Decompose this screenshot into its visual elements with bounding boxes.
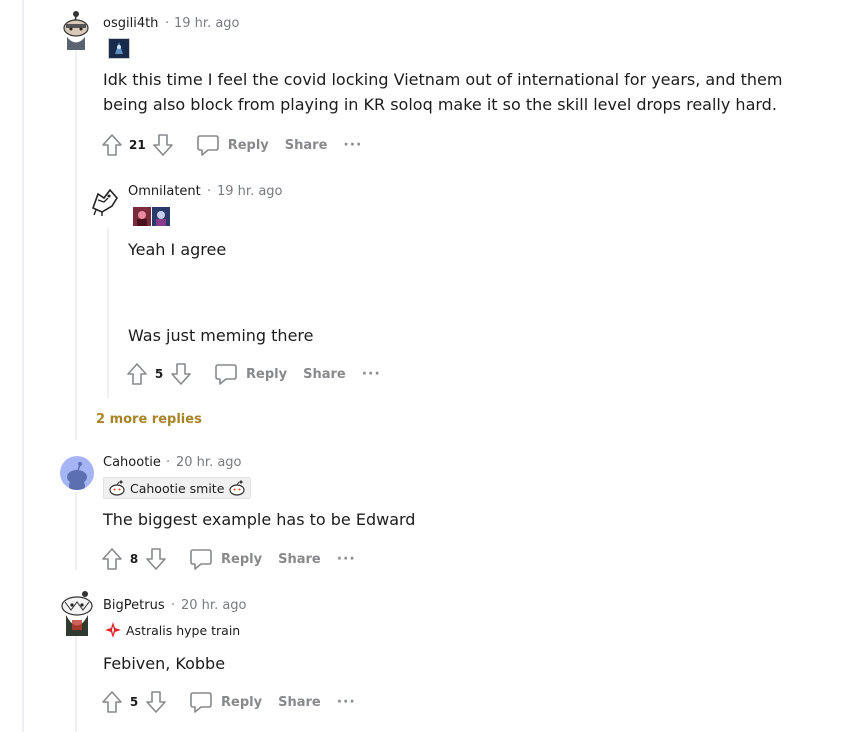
outer-thread-line[interactable] xyxy=(22,0,24,732)
downvote-icon[interactable] xyxy=(145,690,167,714)
more-replies-link[interactable]: 2 more replies xyxy=(96,412,202,427)
flair-emoji xyxy=(133,207,151,226)
thread-line[interactable] xyxy=(107,228,109,398)
comment-icon xyxy=(215,364,237,385)
share-button[interactable]: Share xyxy=(303,367,346,382)
snoo-icon xyxy=(229,480,246,496)
reply-button[interactable]: Reply xyxy=(196,134,269,156)
vote-count: 5 xyxy=(129,695,139,709)
comment-body-line: Was just meming there xyxy=(128,326,314,345)
user-flair: Cahootie smite xyxy=(103,477,252,499)
more-options-button[interactable]: ··· xyxy=(343,137,362,153)
flair-emoji xyxy=(152,207,170,226)
comment-username[interactable]: Cahootie xyxy=(103,455,161,470)
thread-line[interactable] xyxy=(75,492,77,570)
more-options-button[interactable]: ··· xyxy=(337,551,356,567)
comment-body-line: Yeah I agree xyxy=(128,240,227,259)
reply-label: Reply xyxy=(227,137,269,153)
comment-timestamp[interactable]: 20 hr. ago xyxy=(176,455,242,470)
comment-separator: · xyxy=(166,455,171,470)
share-button[interactable]: Share xyxy=(278,695,321,710)
avatar[interactable] xyxy=(59,10,93,50)
comment-actions: 21 Reply Share ··· xyxy=(101,132,362,158)
downvote-icon[interactable] xyxy=(152,133,174,157)
more-options-button[interactable]: ··· xyxy=(337,694,356,710)
comment-separator: · xyxy=(171,598,176,613)
comment-timestamp[interactable]: 19 hr. ago xyxy=(174,16,240,31)
comment-actions: 5 Reply Share ··· xyxy=(126,361,381,387)
flair-emoji xyxy=(108,38,130,59)
flair-text: Cahootie smite xyxy=(130,480,225,496)
vote-count: 8 xyxy=(129,552,139,566)
reply-button[interactable]: Reply xyxy=(214,363,287,385)
comment-icon xyxy=(196,135,219,156)
comment-actions: 8 Reply Share ··· xyxy=(101,546,356,572)
reply-label: Reply xyxy=(221,694,263,710)
thread-line[interactable] xyxy=(75,636,77,732)
share-button[interactable]: Share xyxy=(285,138,328,153)
avatar[interactable] xyxy=(90,186,120,216)
comment-username[interactable]: Omnilatent xyxy=(128,184,201,199)
comment-body: Febiven, Kobbe xyxy=(103,654,226,673)
thread-line[interactable] xyxy=(75,50,77,440)
more-options-button[interactable]: ··· xyxy=(362,366,381,382)
avatar[interactable] xyxy=(59,590,95,636)
comment-icon xyxy=(190,549,212,570)
comment-username[interactable]: BigPetrus xyxy=(103,598,165,613)
reply-label: Reply xyxy=(246,366,288,382)
avatar[interactable] xyxy=(60,456,94,490)
share-button[interactable]: Share xyxy=(278,552,321,567)
comment-separator: · xyxy=(207,184,212,199)
reply-button[interactable]: Reply xyxy=(189,548,262,570)
flair-text: Astralis hype train xyxy=(126,622,241,638)
downvote-icon[interactable] xyxy=(170,362,192,386)
upvote-icon[interactable] xyxy=(101,690,123,714)
user-flair: Astralis hype train xyxy=(104,620,240,640)
comment-username[interactable]: osgili4th xyxy=(103,16,158,31)
vote-count: 21 xyxy=(129,138,146,152)
comment-actions: 5 Reply Share ··· xyxy=(101,689,356,715)
comment-body: The biggest example has to be Edward xyxy=(103,510,416,529)
reply-button[interactable]: Reply xyxy=(189,691,262,713)
upvote-icon[interactable] xyxy=(101,133,123,157)
snoo-icon xyxy=(109,480,125,496)
comment-body: Idk this time I feel the covid locking V… xyxy=(103,70,783,114)
comment-timestamp[interactable]: 20 hr. ago xyxy=(181,598,247,613)
vote-count: 5 xyxy=(154,367,164,381)
upvote-icon[interactable] xyxy=(126,362,148,386)
comment-timestamp[interactable]: 19 hr. ago xyxy=(217,184,283,199)
astralis-logo-icon xyxy=(105,622,121,638)
upvote-icon[interactable] xyxy=(101,547,123,571)
reply-label: Reply xyxy=(221,551,263,567)
comment-separator: · xyxy=(165,16,170,31)
comment-icon xyxy=(190,692,212,713)
downvote-icon[interactable] xyxy=(145,547,167,571)
